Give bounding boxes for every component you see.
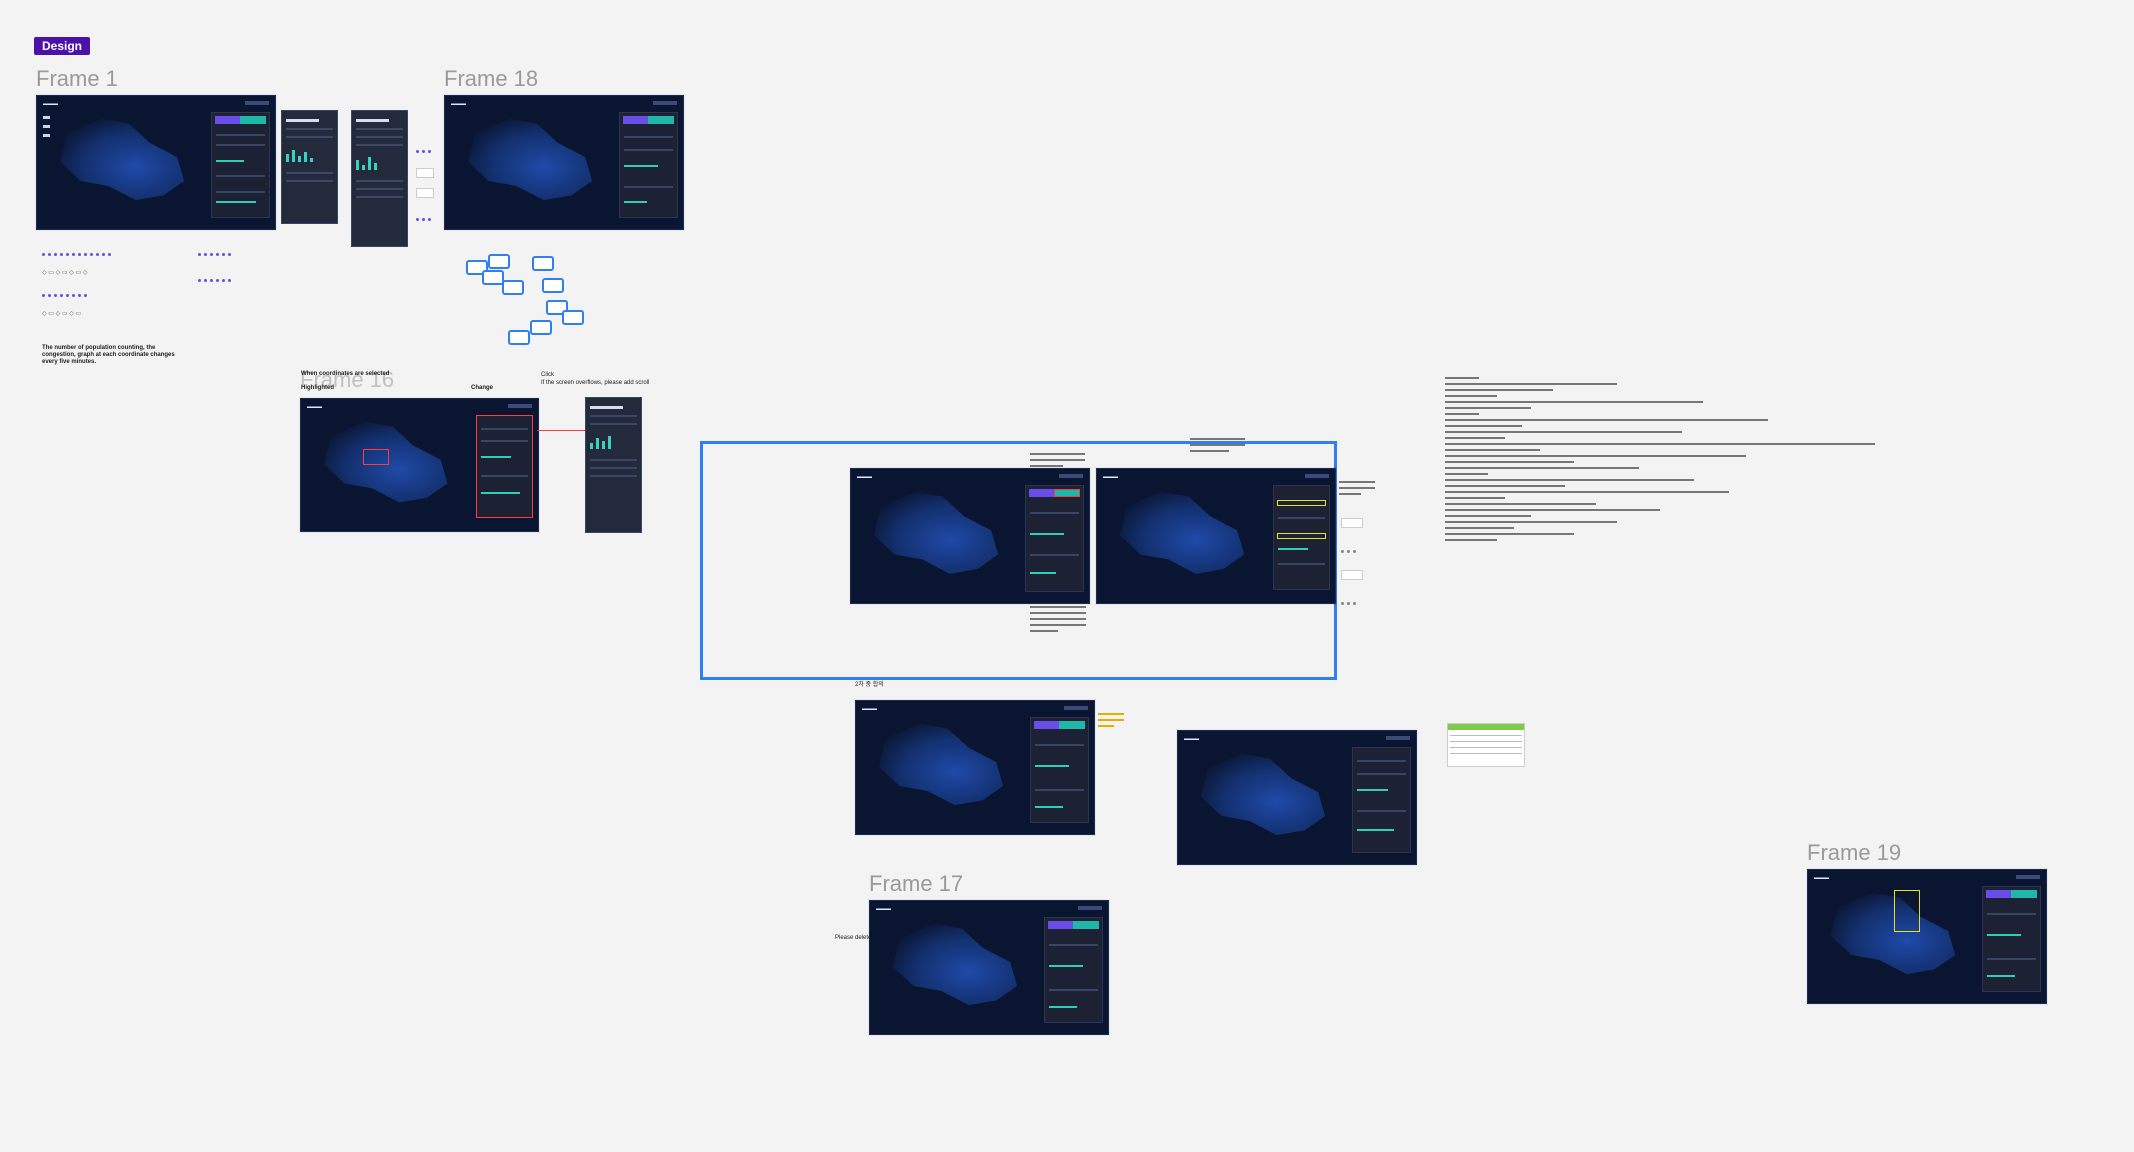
mobile-panel-1[interactable]: [281, 110, 338, 224]
frame-19-screen[interactable]: ▬▬▬: [1807, 869, 2047, 1004]
legend-table: [1447, 723, 1525, 767]
icon-grid-2: [198, 243, 258, 282]
right-panel-highlighted: [1272, 485, 1330, 590]
right-panel: [618, 112, 678, 218]
frame-17-screen[interactable]: ▬▬▬: [869, 900, 1109, 1035]
purple-button[interactable]: [1033, 721, 1060, 730]
screen-center-right[interactable]: ▬▬▬: [1096, 468, 1336, 604]
right-panel: [1024, 485, 1084, 592]
purple-button[interactable]: [214, 116, 241, 125]
screen-lower-middle[interactable]: ▬▬▬: [1177, 730, 1417, 865]
right-panel: [1029, 717, 1089, 823]
right-panel: [1351, 747, 1411, 853]
frame-label-17[interactable]: Frame 17: [869, 871, 963, 897]
note-click: Click: [541, 372, 554, 378]
right-panel: [1043, 917, 1103, 1023]
frame-18-screen[interactable]: ▬▬▬: [444, 95, 684, 230]
purple-button[interactable]: [1028, 489, 1055, 498]
teal-button[interactable]: [648, 116, 674, 125]
note-block: [1030, 453, 1085, 471]
logo-placeholder: [245, 101, 269, 105]
mini-widgets: [1341, 518, 1366, 605]
screen-center-left[interactable]: ▬▬▬: [850, 468, 1090, 604]
widget-column: [416, 140, 436, 221]
highlight-box: [363, 449, 389, 465]
map-region[interactable]: [873, 491, 999, 574]
teal-button[interactable]: [1073, 921, 1099, 930]
purple-button[interactable]: [622, 116, 649, 125]
frame-label-19[interactable]: Frame 19: [1807, 840, 1901, 866]
frame-hint: 2차 중 합의: [855, 682, 884, 688]
design-badge[interactable]: Design: [34, 37, 91, 55]
screen-lower-left[interactable]: ▬▬▬: [855, 700, 1095, 835]
screen-title-bar: ▬▬▬: [43, 101, 58, 107]
map-region[interactable]: [1119, 491, 1245, 574]
note-change: Change: [471, 385, 494, 391]
teal-button[interactable]: [2011, 890, 2037, 899]
note-overflow: If the screen overflows, please add scro…: [541, 380, 650, 386]
flow-node[interactable]: [542, 278, 564, 293]
frame-label-18[interactable]: Frame 18: [444, 66, 538, 92]
map-region[interactable]: [467, 118, 593, 201]
purple-button[interactable]: [1047, 921, 1074, 930]
requirements-notes: [1445, 377, 1875, 545]
flow-node[interactable]: [532, 256, 554, 271]
right-panel-highlighted: [476, 415, 533, 518]
highlight-box: [1894, 890, 1920, 932]
icon-row-2: ◇ ▭ ◇ ▭ ◇ ▭: [42, 311, 82, 317]
teal-button[interactable]: [240, 116, 266, 125]
teal-button[interactable]: [1059, 721, 1085, 730]
right-panel: [210, 112, 270, 218]
map-region[interactable]: [892, 923, 1018, 1006]
teal-button[interactable]: [1054, 489, 1080, 498]
population-note: The number of population counting, the c…: [42, 345, 175, 365]
left-stats: [43, 116, 51, 169]
flow-node[interactable]: [508, 330, 530, 345]
flow-node[interactable]: [530, 320, 552, 335]
note-block: [1190, 438, 1245, 456]
note-block: [1030, 606, 1086, 636]
map-region[interactable]: [1200, 753, 1326, 836]
right-panel: [1981, 886, 2041, 992]
note-block: [1098, 713, 1124, 731]
frame-label-1[interactable]: Frame 1: [36, 66, 118, 92]
map-region[interactable]: [59, 118, 185, 201]
icon-grid: ◇ ▭ ◇ ▭ ◇ ▭ ◇ ◇ ▭ ◇ ▭ ◇ ▭: [42, 243, 182, 317]
connector-line: [537, 430, 585, 431]
purple-button[interactable]: [1985, 890, 2012, 899]
frame-16-screen[interactable]: ▬▬▬: [300, 398, 539, 532]
flow-node[interactable]: [502, 280, 524, 295]
flow-diagram[interactable]: [462, 250, 602, 350]
flow-node[interactable]: [562, 310, 584, 325]
flow-node[interactable]: [488, 254, 510, 269]
flow-node[interactable]: [482, 270, 504, 285]
note-highlighted: Highlighted: [301, 385, 334, 391]
frame-1-screen[interactable]: ▬▬▬: [36, 95, 276, 230]
note-coord-selected: When coordinates are selected: [301, 371, 390, 377]
mobile-panel-2[interactable]: [351, 110, 408, 247]
mobile-panel-scroll[interactable]: [585, 397, 642, 533]
note-block: [1339, 481, 1375, 499]
icon-row-1: ◇ ▭ ◇ ▭ ◇ ▭ ◇: [42, 270, 88, 276]
map-region[interactable]: [878, 723, 1004, 806]
